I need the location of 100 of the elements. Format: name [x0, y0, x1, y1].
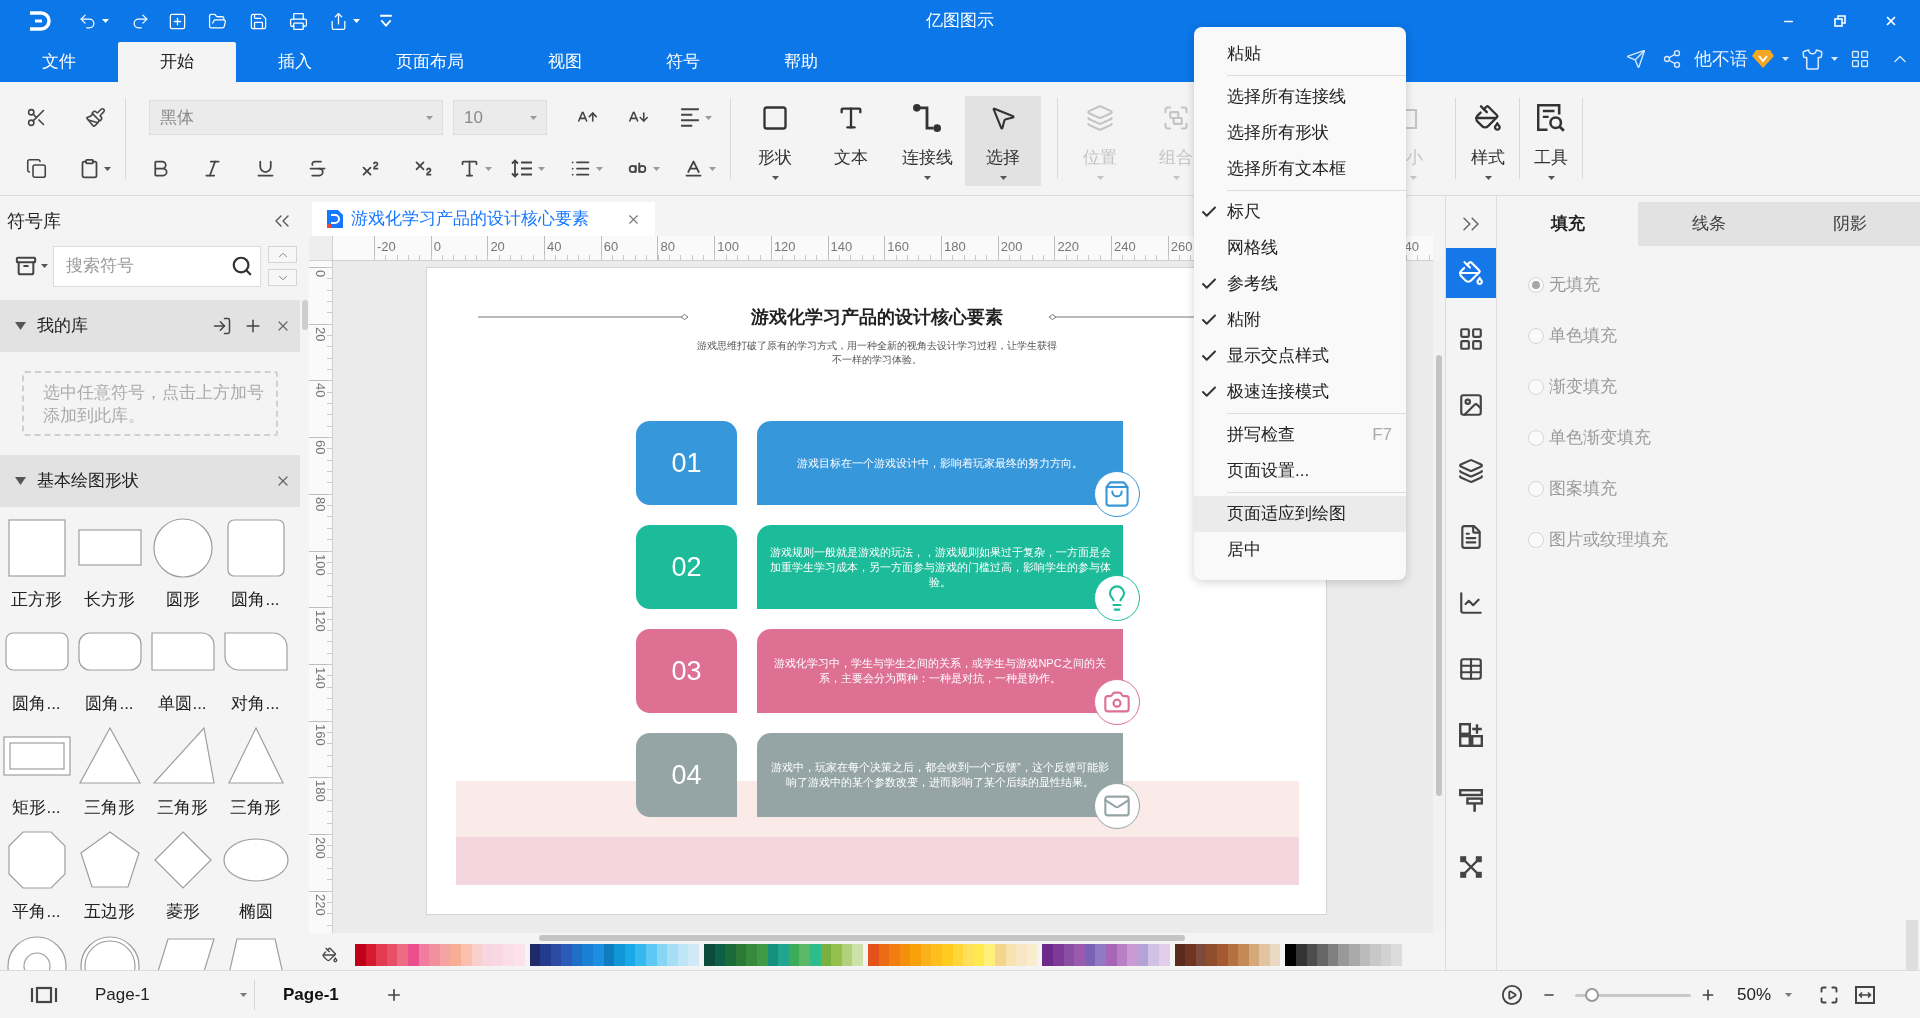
page-tab[interactable]: Page-1 [283, 981, 339, 1008]
swatch-icon[interactable] [984, 944, 996, 966]
swatch-icon[interactable] [1338, 944, 1350, 966]
swatch-icon[interactable] [688, 944, 699, 966]
swatch-icon[interactable] [1116, 944, 1128, 966]
copy-icon[interactable] [26, 158, 47, 179]
swatch-icon[interactable] [656, 944, 668, 966]
swatch-icon[interactable] [1216, 944, 1228, 966]
scissors-icon[interactable] [26, 107, 47, 128]
swatch-icon[interactable] [1296, 944, 1307, 966]
menu-item[interactable]: 选择所有连接线 [1194, 79, 1406, 115]
swatch-icon[interactable] [1206, 944, 1217, 966]
swatch-icon[interactable] [397, 944, 408, 966]
sidebar-tab[interactable] [1446, 248, 1496, 298]
paste-button[interactable] [79, 158, 111, 179]
menu-tab[interactable]: 开始 [118, 42, 236, 82]
swatch-icon[interactable] [603, 944, 615, 966]
swatch-icon[interactable] [355, 944, 366, 966]
swatch-icon[interactable] [418, 944, 430, 966]
swatch-icon[interactable] [492, 944, 504, 966]
page-select[interactable]: Page-1 [90, 981, 250, 1008]
swatch-icon[interactable] [767, 944, 779, 966]
printer-icon[interactable] [289, 11, 308, 31]
swatch-icon[interactable] [942, 944, 953, 966]
fit-width-icon[interactable] [1855, 984, 1875, 1005]
scroll-down-button[interactable] [268, 269, 297, 286]
swatch-icon[interactable] [1259, 944, 1270, 966]
dropdown-icon[interactable] [379, 14, 393, 28]
swatch-icon[interactable] [1084, 944, 1096, 966]
swatch-icon[interactable] [799, 944, 810, 966]
swatch-icon[interactable] [1285, 944, 1297, 966]
menu-item[interactable]: 居中 [1194, 532, 1406, 568]
text-button[interactable]: 文本 [813, 96, 889, 186]
subscript-icon[interactable] [413, 158, 434, 179]
swatch-icon[interactable] [841, 944, 853, 966]
document-tab[interactable]: 游戏化学习产品的设计核心要素 [312, 202, 655, 236]
swatch-icon[interactable] [529, 944, 541, 966]
scrollbar[interactable] [539, 935, 1185, 941]
section-header[interactable]: 基本绘图形状 [0, 455, 300, 507]
swatch-icon[interactable] [725, 944, 736, 966]
paper-plane-icon[interactable] [1626, 49, 1646, 69]
swatch-icon[interactable] [746, 944, 757, 966]
menu-item[interactable]: 粘贴 [1194, 36, 1406, 72]
menu-tab[interactable]: 符号 [624, 42, 742, 82]
line-spacing-button[interactable] [511, 159, 545, 178]
swatch-icon[interactable] [482, 944, 493, 966]
swatch-icon[interactable] [1158, 944, 1170, 966]
swatch-icon[interactable] [1042, 944, 1053, 966]
search-icon[interactable] [231, 254, 253, 277]
paint-bucket-icon[interactable] [322, 947, 338, 963]
user-name[interactable]: 他不语 [1694, 45, 1748, 73]
menu-item[interactable]: 粘附 [1194, 302, 1406, 338]
swatch-icon[interactable] [450, 944, 461, 966]
swatch-icon[interactable] [1391, 944, 1402, 966]
arrow-into-bracket-icon[interactable] [212, 316, 232, 336]
menu-item[interactable]: 参考线 [1194, 266, 1406, 302]
swatch-icon[interactable] [788, 944, 800, 966]
save-icon[interactable] [249, 11, 268, 31]
menu-item[interactable]: 标尺 [1194, 194, 1406, 230]
menu-tab[interactable]: 帮助 [742, 42, 860, 82]
menu-item[interactable]: 网格线 [1194, 230, 1406, 266]
swatch-icon[interactable] [973, 944, 985, 966]
zoom-select[interactable]: 50% [1736, 981, 1792, 1008]
swatch-icon[interactable] [820, 944, 832, 966]
swatch-icon[interactable] [878, 944, 890, 966]
swatch-icon[interactable] [429, 944, 440, 966]
restore-icon[interactable] [1834, 15, 1846, 27]
swatch-icon[interactable] [778, 944, 789, 966]
scrollbar[interactable] [1906, 920, 1918, 970]
swatch-icon[interactable] [540, 944, 551, 966]
scrollbar[interactable] [1436, 355, 1442, 796]
swatch-icon[interactable] [407, 944, 419, 966]
swatch-icon[interactable] [1016, 944, 1027, 966]
swatch-icon[interactable] [677, 944, 689, 966]
menu-item[interactable]: 选择所有文本框 [1194, 151, 1406, 187]
brush-icon[interactable] [85, 107, 106, 128]
menu-tab[interactable]: 插入 [236, 42, 354, 82]
menu-tab[interactable]: 视图 [506, 42, 624, 82]
swatch-icon[interactable] [1095, 944, 1106, 966]
swatch-icon[interactable] [503, 944, 514, 966]
swatch-icon[interactable] [646, 944, 657, 966]
swatch-icon[interactable] [593, 944, 604, 966]
swatch-icon[interactable] [471, 944, 483, 966]
share-icon[interactable] [1662, 49, 1682, 69]
scroll-up-button[interactable] [268, 246, 297, 263]
swatch-icon[interactable] [1137, 944, 1149, 966]
font-color-button[interactable] [683, 158, 716, 179]
section-header[interactable]: 我的库 [0, 300, 300, 352]
slider-thumb[interactable] [1585, 987, 1600, 1002]
shape-button[interactable]: 形状 [737, 96, 813, 186]
swatch-icon[interactable] [910, 944, 921, 966]
superscript-icon[interactable] [360, 158, 381, 179]
swatch-icon[interactable] [809, 944, 821, 966]
swatch-icon[interactable] [1127, 944, 1138, 966]
swatch-icon[interactable] [899, 944, 911, 966]
select-button[interactable]: 选择 [965, 96, 1041, 186]
swatch-icon[interactable] [667, 944, 678, 966]
menu-item[interactable]: 极速连接模式 [1194, 374, 1406, 410]
shirt-icon[interactable] [1801, 47, 1824, 71]
swatch-icon[interactable] [704, 944, 715, 966]
